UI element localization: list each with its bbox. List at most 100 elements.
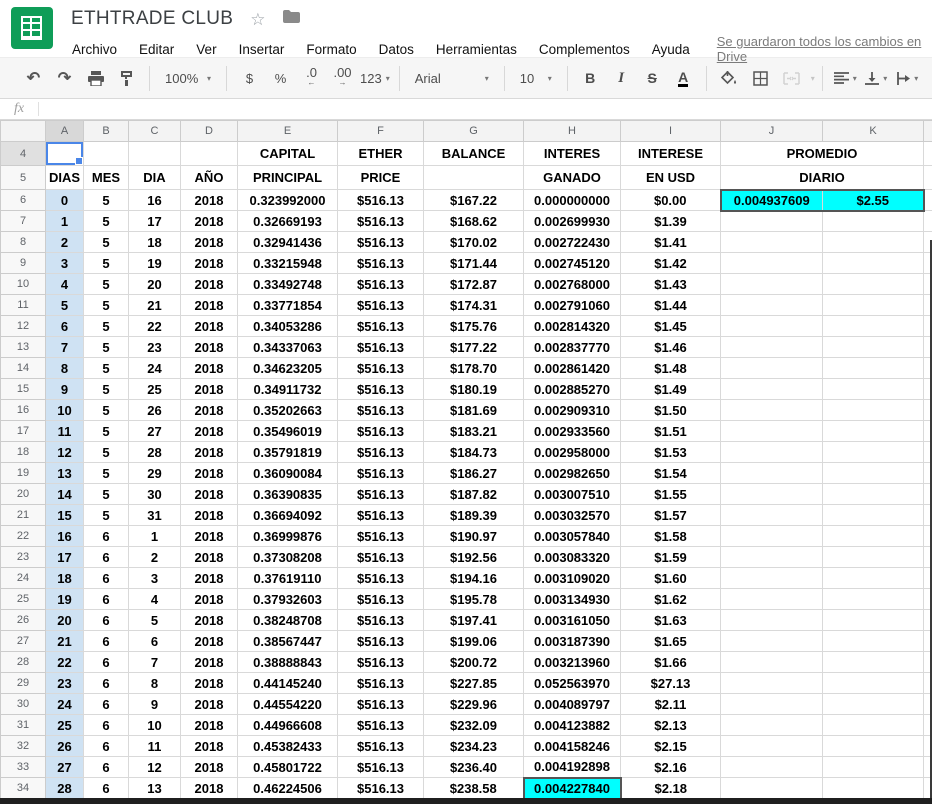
cell[interactable]: 2018 (180, 546, 238, 568)
cell[interactable]: 12 (128, 756, 181, 778)
cell[interactable]: $180.19 (423, 378, 524, 400)
cell[interactable]: 29 (128, 462, 181, 484)
cell[interactable]: $1.39 (620, 210, 721, 232)
cell[interactable]: GANADO (523, 165, 621, 190)
column-header-f[interactable]: F (337, 120, 424, 142)
cell[interactable]: 2018 (180, 672, 238, 694)
cell[interactable]: 13 (128, 777, 181, 799)
cell[interactable]: 26 (128, 399, 181, 421)
cell[interactable]: $1.58 (620, 525, 721, 547)
cell[interactable]: 2018 (180, 273, 238, 295)
cell[interactable]: 16 (128, 189, 181, 211)
cell[interactable] (720, 294, 823, 316)
cell[interactable]: $1.45 (620, 315, 721, 337)
star-icon[interactable]: ☆ (250, 11, 265, 28)
cell[interactable] (822, 399, 924, 421)
row-header[interactable]: 21 (0, 504, 46, 526)
cell[interactable]: 0.004937609 (719, 188, 823, 212)
cell[interactable]: $27.13 (620, 672, 721, 694)
cell[interactable]: 8 (45, 357, 84, 379)
cell[interactable]: 0.44966608 (237, 714, 338, 736)
cell[interactable]: $177.22 (423, 336, 524, 358)
row-header[interactable]: 17 (0, 420, 46, 442)
cell[interactable]: 20 (45, 609, 84, 631)
cell[interactable]: 2018 (180, 252, 238, 274)
cell[interactable] (720, 441, 823, 463)
row-header[interactable]: 33 (0, 756, 46, 778)
cell[interactable]: 2 (45, 231, 84, 253)
cell[interactable]: $516.13 (337, 378, 424, 400)
cell[interactable]: 2018 (180, 777, 238, 799)
cell[interactable]: BALANCE (423, 141, 524, 166)
cell[interactable]: $516.13 (337, 546, 424, 568)
cell[interactable] (720, 273, 823, 295)
cell[interactable]: $192.56 (423, 546, 524, 568)
cell[interactable]: 0.35791819 (237, 441, 338, 463)
cell[interactable]: 0.44145240 (237, 672, 338, 694)
cell[interactable]: $1.55 (620, 483, 721, 505)
cell[interactable] (822, 504, 924, 526)
row-header[interactable]: 16 (0, 399, 46, 421)
cell[interactable]: 24 (45, 693, 84, 715)
cell[interactable]: 5 (83, 483, 129, 505)
cell[interactable]: 28 (45, 777, 84, 799)
cell[interactable]: $1.41 (620, 231, 721, 253)
cell[interactable] (720, 777, 823, 799)
cell[interactable]: 5 (83, 357, 129, 379)
cell[interactable]: $184.73 (423, 441, 524, 463)
cell[interactable]: 2018 (180, 441, 238, 463)
fill-color-button[interactable] (716, 65, 743, 91)
cell[interactable]: 2018 (180, 756, 238, 778)
cell[interactable]: $1.53 (620, 441, 721, 463)
cell[interactable]: $516.13 (337, 693, 424, 715)
cell[interactable]: 0.36390835 (237, 483, 338, 505)
cell[interactable]: 0.37619110 (237, 567, 338, 589)
cell[interactable]: 21 (128, 294, 181, 316)
cell[interactable]: 2018 (180, 483, 238, 505)
cell[interactable]: 5 (83, 399, 129, 421)
format-percent-button[interactable]: % (267, 65, 294, 91)
cell[interactable]: $516.13 (337, 357, 424, 379)
cell[interactable]: 11 (45, 420, 84, 442)
cell[interactable]: 0.000000000 (523, 189, 621, 211)
cell[interactable]: $516.13 (337, 420, 424, 442)
cell[interactable]: $516.13 (337, 231, 424, 253)
cell[interactable]: 0.004227840 (522, 776, 622, 800)
cell[interactable]: 2018 (180, 714, 238, 736)
cell[interactable]: $186.27 (423, 462, 524, 484)
cell[interactable] (822, 210, 924, 232)
row-header[interactable]: 8 (0, 231, 46, 253)
cell[interactable]: 0.003083320 (523, 546, 621, 568)
cell[interactable]: 5 (83, 294, 129, 316)
cell[interactable]: 2018 (180, 588, 238, 610)
vertical-align-button[interactable]: ▾ (863, 65, 890, 91)
cell[interactable]: 0.32669193 (237, 210, 338, 232)
cell[interactable]: $168.62 (423, 210, 524, 232)
save-status-link[interactable]: Se guardaron todos los cambios en Drive (717, 34, 932, 64)
cell[interactable]: $174.31 (423, 294, 524, 316)
cell[interactable]: 1 (45, 210, 84, 232)
cell[interactable]: $1.50 (620, 399, 721, 421)
cell[interactable]: 6 (83, 735, 129, 757)
cell[interactable]: $238.58 (423, 777, 524, 799)
font-family-select[interactable]: Arial ▾ (409, 65, 495, 91)
row-header[interactable]: 23 (0, 546, 46, 568)
cell[interactable]: 0.323992000 (237, 189, 338, 211)
row-header[interactable]: 4 (0, 141, 46, 166)
paint-format-button[interactable] (113, 65, 140, 91)
row-header[interactable]: 27 (0, 630, 46, 652)
cell[interactable]: 2018 (180, 315, 238, 337)
cell[interactable]: $516.13 (337, 189, 424, 211)
cell[interactable]: $1.62 (620, 588, 721, 610)
cell[interactable]: $178.70 (423, 357, 524, 379)
cell[interactable]: $1.63 (620, 609, 721, 631)
cell[interactable]: 0.34623205 (237, 357, 338, 379)
cell[interactable]: $516.13 (337, 399, 424, 421)
row-header[interactable]: 31 (0, 714, 46, 736)
menu-archivo[interactable]: Archivo (61, 40, 128, 59)
italic-button[interactable]: I (608, 65, 635, 91)
cell[interactable]: $195.78 (423, 588, 524, 610)
cell[interactable]: $0.00 (620, 189, 721, 211)
cell[interactable]: 0.37932603 (237, 588, 338, 610)
cell[interactable]: 6 (83, 714, 129, 736)
